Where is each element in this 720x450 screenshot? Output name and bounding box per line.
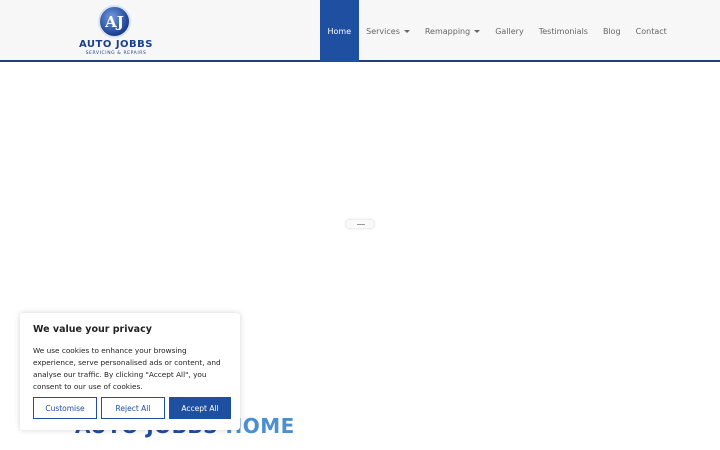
cookie-buttons: Customise Reject All Accept All: [33, 397, 231, 419]
accept-all-button[interactable]: Accept All: [169, 397, 231, 419]
logo-badge-icon: AJ: [98, 5, 131, 38]
nav-item-blog[interactable]: Blog: [595, 0, 628, 62]
cookie-title: We value your privacy: [33, 324, 152, 335]
caret-down-icon: [474, 29, 481, 33]
loading-spinner-icon: [345, 219, 375, 229]
cookie-text: We use cookies to enhance your browsing …: [33, 346, 221, 391]
nav-item-remapping[interactable]: Remapping: [417, 0, 487, 62]
logo-title: AUTO JOBBS: [78, 39, 154, 50]
reject-all-button[interactable]: Reject All: [101, 397, 165, 419]
main-nav: Home Services Remapping Gallery Testimon…: [320, 0, 674, 62]
site-logo[interactable]: AJ AUTO JOBBS SERVICING & REPAIRS: [76, 5, 156, 57]
nav-item-services[interactable]: Services: [359, 0, 418, 62]
caret-down-icon: [403, 29, 410, 33]
customise-button[interactable]: Customise: [33, 397, 97, 419]
nav-item-gallery[interactable]: Gallery: [488, 0, 532, 62]
nav-item-home[interactable]: Home: [320, 0, 359, 62]
cookie-consent-banner: We value your privacy We use cookies to …: [20, 313, 240, 430]
nav-item-testimonials[interactable]: Testimonials: [531, 0, 595, 62]
nav-item-contact[interactable]: Contact: [628, 0, 674, 62]
site-header: AJ AUTO JOBBS SERVICING & REPAIRS Home S…: [0, 0, 720, 62]
logo-subtitle: SERVICING & REPAIRS: [85, 51, 147, 56]
